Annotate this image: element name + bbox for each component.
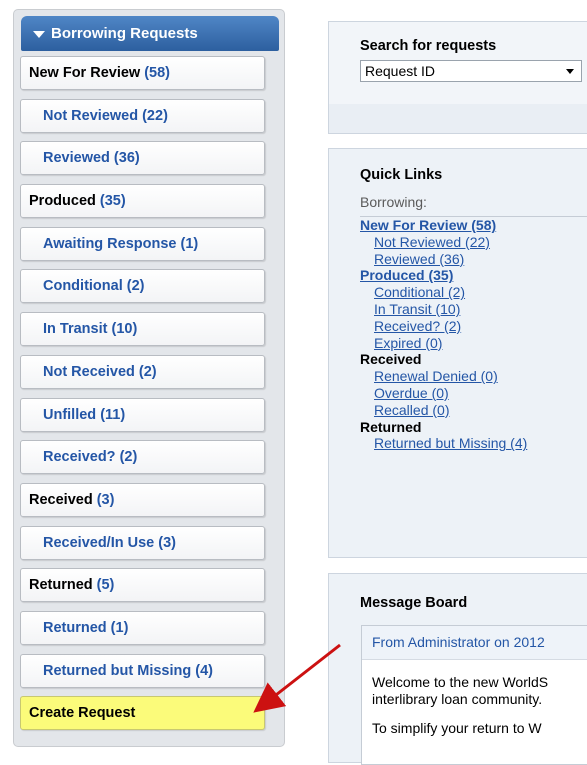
annotation-arrow-icon (253, 643, 341, 713)
